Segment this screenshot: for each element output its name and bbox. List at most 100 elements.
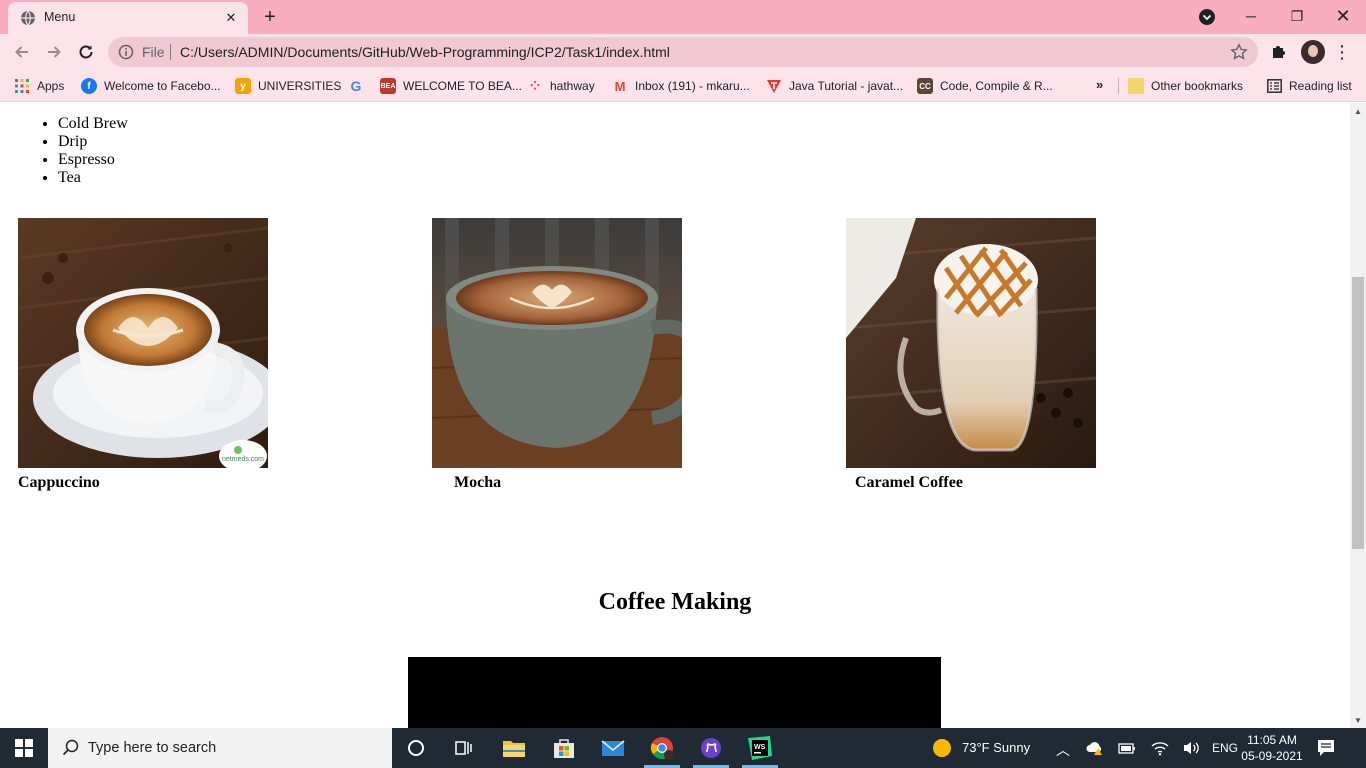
browser-toolbar: File C:/Users/ADMIN/Documents/GitHub/Web… bbox=[0, 34, 1366, 70]
bookmarks-bar: Apps f Welcome to Facebo... y UNIVERSITI… bbox=[0, 70, 1366, 102]
scrollbar-thumb[interactable] bbox=[1352, 277, 1364, 549]
list-item: Drip bbox=[58, 133, 128, 151]
bookmark-label: hathway bbox=[550, 79, 595, 93]
page-scrollbar[interactable]: ▲ ▼ bbox=[1350, 103, 1366, 728]
tab-strip: Menu ✕ + ─ ❐ ✕ bbox=[0, 0, 1366, 34]
tab-title: Menu bbox=[44, 10, 76, 24]
bookmark-facebook[interactable]: f Welcome to Facebo... bbox=[81, 76, 221, 96]
tray-chevron-icon[interactable]: ︿ bbox=[1056, 740, 1070, 760]
url-scheme: File bbox=[142, 44, 165, 60]
scroll-down-icon[interactable]: ▼ bbox=[1350, 712, 1366, 728]
bookmark-label: Code, Compile & R... bbox=[940, 79, 1053, 93]
webstorm-button[interactable]: WS bbox=[736, 728, 784, 768]
more-options-icon[interactable]: ⋮ bbox=[1333, 40, 1351, 64]
close-window-button[interactable]: ✕ bbox=[1320, 0, 1366, 32]
github-icon bbox=[701, 738, 721, 758]
netmeds-watermark: netmeds.com bbox=[222, 456, 264, 463]
javatpoint-icon bbox=[766, 78, 782, 94]
bookmark-label: Inbox (191) - mkaru... bbox=[635, 79, 750, 93]
list-item: Tea bbox=[58, 169, 128, 187]
mocha-image[interactable] bbox=[432, 218, 682, 468]
bookmark-apps[interactable]: Apps bbox=[14, 76, 64, 96]
bookmark-label: WELCOME TO BEA... bbox=[403, 79, 522, 93]
video-player[interactable] bbox=[408, 657, 941, 728]
taskbar-search-box[interactable]: Type here to search bbox=[48, 728, 392, 768]
address-bar[interactable]: File C:/Users/ADMIN/Documents/GitHub/Web… bbox=[108, 37, 1258, 67]
volume-icon[interactable] bbox=[1182, 740, 1200, 756]
chrome-taskbar-button[interactable] bbox=[638, 728, 686, 768]
reload-button[interactable] bbox=[72, 38, 100, 66]
bookmark-google[interactable]: G bbox=[348, 76, 371, 96]
clock-time: 11:05 AM bbox=[1247, 733, 1297, 747]
back-arrow-icon bbox=[15, 46, 28, 58]
globe-icon bbox=[21, 10, 35, 26]
codechef-icon: CC bbox=[917, 78, 933, 94]
mail-button[interactable] bbox=[589, 728, 637, 768]
web-page: Cold Brew Drip Espresso Tea bbox=[0, 103, 1350, 728]
reading-list-button[interactable]: Reading list bbox=[1266, 76, 1352, 96]
bookmark-label: UNIVERSITIES bbox=[258, 79, 342, 93]
bookmark-label: Java Tutorial - javat... bbox=[789, 79, 904, 93]
github-desktop-button[interactable] bbox=[687, 728, 735, 768]
url-text[interactable]: C:/Users/ADMIN/Documents/GitHub/Web-Prog… bbox=[180, 44, 670, 60]
back-button[interactable] bbox=[8, 38, 36, 66]
language-indicator[interactable]: ENG bbox=[1212, 741, 1238, 755]
start-button[interactable] bbox=[0, 728, 48, 768]
list-item: Espresso bbox=[58, 151, 128, 169]
task-view-button[interactable] bbox=[440, 728, 488, 768]
cloud-warning-icon[interactable] bbox=[1086, 740, 1104, 756]
url-divider bbox=[170, 44, 171, 60]
notifications-icon[interactable] bbox=[1316, 738, 1336, 758]
section-heading: Coffee Making bbox=[598, 589, 752, 615]
store-bag-icon bbox=[554, 739, 574, 758]
cappuccino-image[interactable]: netmeds.com bbox=[18, 218, 268, 468]
scroll-up-icon[interactable]: ▲ bbox=[1350, 103, 1366, 119]
windows-logo-icon bbox=[15, 739, 33, 757]
bookmark-hathway[interactable]: ⁘ hathway bbox=[527, 76, 595, 96]
minimize-button[interactable]: ─ bbox=[1228, 0, 1274, 32]
extensions-puzzle-icon[interactable] bbox=[1270, 42, 1288, 60]
system-clock[interactable]: 11:05 AM 05-09-2021 bbox=[1240, 732, 1304, 764]
tab-search-icon[interactable] bbox=[1198, 8, 1216, 26]
weather-sun-icon[interactable] bbox=[932, 738, 952, 758]
list-item: Cold Brew bbox=[58, 115, 128, 133]
universities-icon: y bbox=[235, 78, 251, 94]
bookmark-bea[interactable]: BEA WELCOME TO BEA... bbox=[380, 76, 522, 96]
microsoft-store-button[interactable] bbox=[540, 728, 588, 768]
wifi-icon[interactable] bbox=[1151, 740, 1169, 756]
battery-icon[interactable] bbox=[1118, 741, 1136, 755]
bookmarks-divider bbox=[1118, 78, 1119, 94]
bookmark-javatpoint[interactable]: Java Tutorial - javat... bbox=[766, 76, 903, 96]
forward-button[interactable] bbox=[40, 38, 68, 66]
bookmark-star-icon[interactable] bbox=[1230, 43, 1248, 61]
caramel-coffee-image[interactable] bbox=[846, 218, 1096, 468]
gmail-icon: M bbox=[614, 78, 626, 94]
forward-arrow-icon bbox=[48, 46, 61, 58]
close-tab-icon[interactable]: ✕ bbox=[222, 9, 240, 27]
bookmark-gmail[interactable]: M Inbox (191) - mkaru... bbox=[612, 76, 750, 96]
windows-taskbar: Type here to search WS 73°F Sunny ︿ ENG … bbox=[0, 728, 1366, 768]
bookmark-codechef[interactable]: CC Code, Compile & R... bbox=[917, 76, 1053, 96]
restore-button[interactable]: ❐ bbox=[1274, 0, 1320, 32]
avatar-face bbox=[1308, 45, 1318, 57]
chrome-icon bbox=[650, 737, 674, 760]
other-bookmarks-folder[interactable]: Other bookmarks bbox=[1128, 76, 1243, 96]
weather-text[interactable]: 73°F Sunny bbox=[962, 740, 1030, 755]
search-icon bbox=[62, 739, 79, 756]
browser-tab[interactable]: Menu ✕ bbox=[8, 2, 248, 34]
reload-icon bbox=[79, 45, 93, 59]
info-icon[interactable] bbox=[118, 44, 134, 60]
file-explorer-button[interactable] bbox=[490, 728, 538, 768]
new-tab-button[interactable]: + bbox=[258, 5, 282, 29]
webstorm-icon: WS bbox=[748, 736, 772, 760]
bookmark-universities[interactable]: y UNIVERSITIES bbox=[235, 76, 341, 96]
svg-text:WS: WS bbox=[754, 744, 766, 751]
folder-icon bbox=[1128, 78, 1144, 94]
task-view-icon bbox=[455, 741, 472, 755]
profile-avatar[interactable] bbox=[1301, 40, 1325, 64]
cortana-button[interactable] bbox=[392, 728, 440, 768]
more-bookmarks-icon[interactable]: » bbox=[1096, 77, 1103, 92]
bookmark-label: Welcome to Facebo... bbox=[104, 79, 221, 93]
search-placeholder: Type here to search bbox=[88, 740, 217, 756]
product-caption: Cappuccino bbox=[18, 474, 100, 491]
